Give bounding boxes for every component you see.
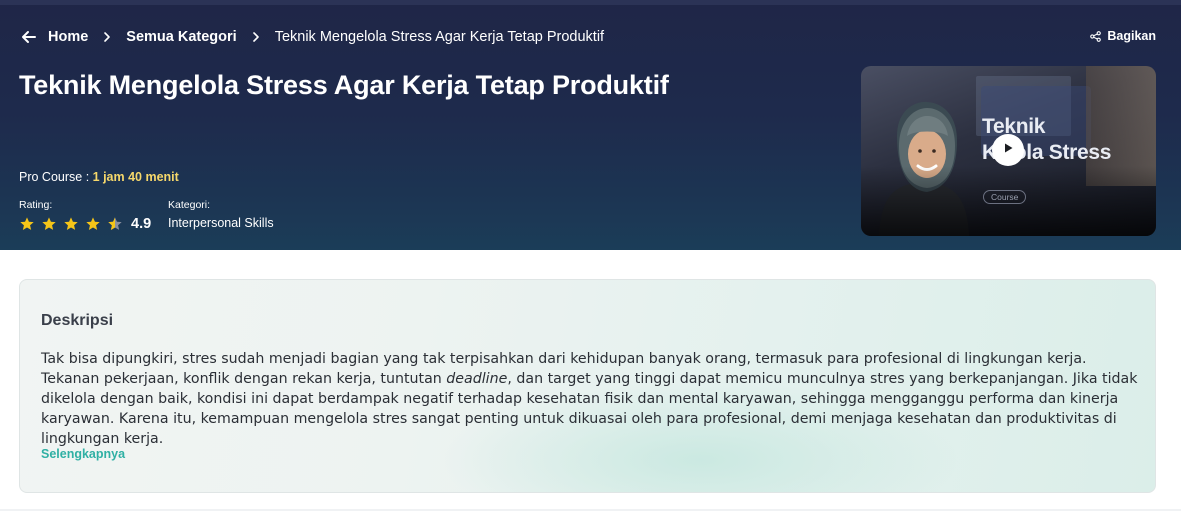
top-border bbox=[0, 0, 1181, 5]
course-badge: Course bbox=[983, 190, 1027, 204]
rating-stars: 4.9 bbox=[19, 216, 151, 232]
duration-value: 1 jam 40 menit bbox=[92, 170, 179, 184]
share-label: Bagikan bbox=[1107, 29, 1156, 43]
star-icon bbox=[63, 216, 79, 232]
star-half-icon bbox=[107, 216, 123, 232]
star-icon bbox=[41, 216, 57, 232]
chevron-right-icon bbox=[250, 31, 262, 43]
course-video-thumbnail[interactable]: Teknik Kelola Stress Course bbox=[861, 66, 1156, 236]
page-title: Teknik Mengelola Stress Agar Kerja Tetap… bbox=[19, 70, 669, 100]
rating-value: 4.9 bbox=[131, 216, 152, 232]
chevron-right-icon bbox=[101, 31, 113, 43]
description-text: Tak bisa dipungkiri, stres sudah menjadi… bbox=[41, 349, 1141, 449]
divider bbox=[0, 509, 1181, 511]
course-hero: Home Semua Kategori Teknik Mengelola Str… bbox=[0, 0, 1181, 250]
breadcrumb: Home Semua Kategori Teknik Mengelola Str… bbox=[20, 27, 604, 47]
category-label: Kategori: bbox=[168, 199, 211, 211]
description-title: Deskripsi bbox=[41, 312, 114, 329]
arrow-left-icon[interactable] bbox=[20, 28, 38, 46]
star-icon bbox=[19, 216, 35, 232]
share-icon bbox=[1090, 30, 1102, 42]
play-icon bbox=[1002, 141, 1014, 159]
description-card: Deskripsi Tak bisa dipungkiri, stres sud… bbox=[19, 279, 1156, 493]
read-more-link[interactable]: Selengkapnya bbox=[41, 447, 125, 461]
breadcrumb-current: Teknik Mengelola Stress Agar Kerja Tetap… bbox=[274, 29, 605, 45]
share-button[interactable]: Bagikan bbox=[1090, 29, 1156, 43]
course-duration: Pro Course : 1 jam 40 menit bbox=[19, 170, 179, 184]
category-value[interactable]: Interpersonal Skills bbox=[168, 216, 274, 230]
breadcrumb-home[interactable]: Home bbox=[48, 29, 88, 45]
rating-label: Rating: bbox=[19, 199, 53, 211]
star-icon bbox=[85, 216, 101, 232]
play-button[interactable] bbox=[992, 134, 1024, 166]
breadcrumb-categories[interactable]: Semua Kategori bbox=[126, 29, 236, 45]
description-text-emphasis: deadline bbox=[446, 371, 508, 387]
duration-label: Pro Course : bbox=[19, 170, 93, 184]
